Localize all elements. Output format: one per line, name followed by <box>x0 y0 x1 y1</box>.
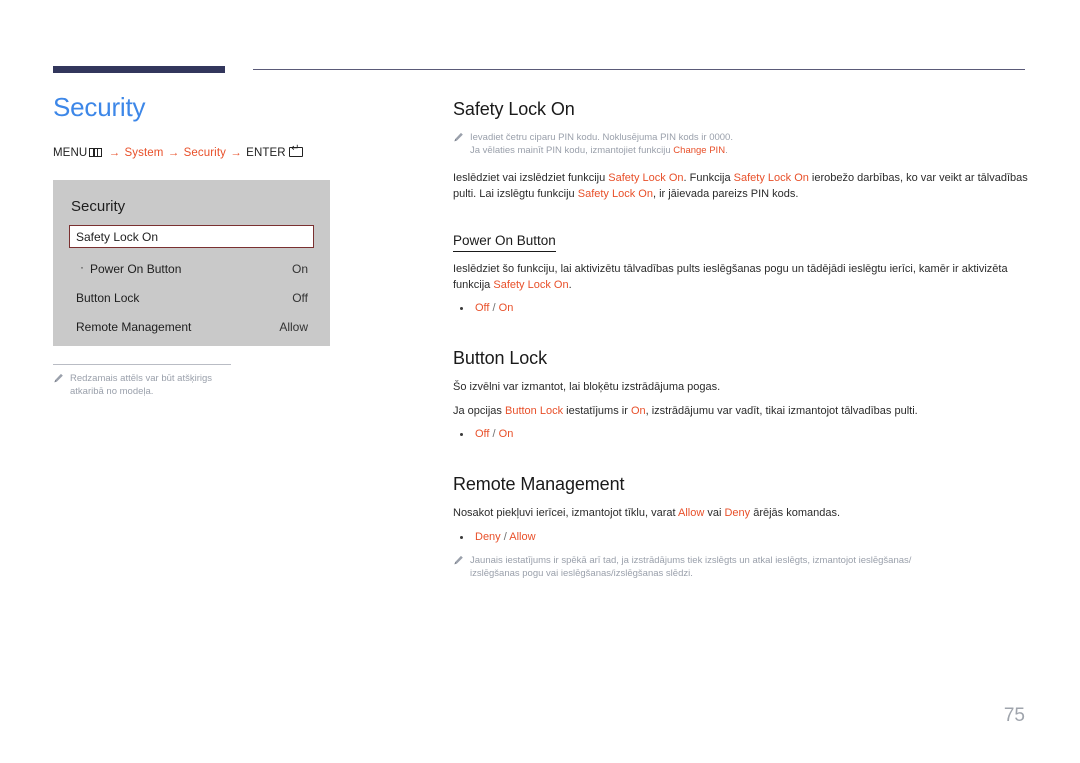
paragraph-button-lock-2: Ja opcijas Button Lock iestatījums ir On… <box>453 404 1028 420</box>
text-run: . Funkcija <box>683 172 734 184</box>
term-safety-lock-on: Safety Lock On <box>608 172 684 184</box>
text-run: ārējās komandas. <box>750 507 841 519</box>
note-line-1: Jaunais iestatījums ir spēkā arī tad, ja… <box>470 554 912 566</box>
osd-row-label: Button Lock <box>76 290 140 305</box>
text-run: iestatījums ir <box>563 404 631 417</box>
page-number: 75 <box>1003 705 1025 726</box>
term-button-lock: Button Lock <box>504 404 564 417</box>
osd-row-label: Remote Management <box>76 319 192 334</box>
option-separator: / <box>489 302 499 314</box>
options-list-remote-management: Deny / Allow <box>453 530 1028 545</box>
pencil-icon <box>454 132 463 142</box>
enter-key-icon <box>288 144 303 157</box>
note-remote-management: Jaunais iestatījums ir spēkā arī tad, ja… <box>453 554 1013 580</box>
option-separator: / <box>500 530 510 543</box>
left-note-block: Redzamais attēls var būt atšķirigs atkar… <box>53 364 231 398</box>
option-separator: / <box>489 428 499 440</box>
pencil-icon <box>54 373 63 383</box>
list-item: Deny / Allow <box>453 530 1028 545</box>
pencil-icon <box>454 555 463 564</box>
paragraph-remote-management: Nosakot piekļuvi ierīcei, izmantojot tīk… <box>453 506 1028 522</box>
breadcrumb-arrow-1: → <box>108 147 121 159</box>
term-allow: Allow <box>677 507 705 519</box>
osd-row-safety-lock-on[interactable]: Safety Lock On <box>69 225 314 248</box>
header-rule-thin <box>253 69 1025 70</box>
term-deny: Deny <box>724 507 751 519</box>
breadcrumb: MENU → System → Security → ENTER <box>53 144 393 159</box>
text-run: . <box>568 278 572 291</box>
note-text-group: Ievadiet četru ciparu PIN kodu. Noklusēj… <box>470 131 1013 157</box>
note-safety-lock-on: Ievadiet četru ciparu PIN kodu. Noklusēj… <box>453 131 1013 157</box>
osd-row-value: Allow <box>279 319 308 334</box>
header-rules <box>53 66 1025 78</box>
note-line-2-suffix: . <box>725 145 728 156</box>
left-column: Security MENU → System → Security → ENTE… <box>53 92 393 398</box>
osd-row-button-lock[interactable]: Button Lock Off <box>69 283 314 312</box>
note-text-group: Jaunais iestatījums ir spēkā arī tad, ja… <box>470 554 1013 580</box>
option-off: Off <box>475 428 490 440</box>
term-on: On <box>630 404 646 417</box>
page-title: Security <box>53 92 146 122</box>
breadcrumb-menu-label: MENU <box>53 147 88 159</box>
note-line-1: Ievadiet četru ciparu PIN kodu. Noklusēj… <box>470 132 733 143</box>
breadcrumb-item-system[interactable]: System <box>124 147 163 159</box>
term-safety-lock-on: Safety Lock On <box>493 278 569 291</box>
term-safety-lock-on: Safety Lock On <box>577 187 653 200</box>
option-deny: Deny <box>475 530 501 543</box>
options-list-button-lock: Off / On <box>453 427 1028 442</box>
text-run: vai <box>704 507 725 519</box>
osd-row-value: On <box>291 261 308 276</box>
note-text: Redzamais attēls var būt atšķirigs atkar… <box>70 373 213 397</box>
option-off: Off <box>475 302 490 314</box>
options-list-power-on-button: Off / On <box>453 301 1028 316</box>
osd-title: Security <box>71 198 126 215</box>
paragraph-power-on-button: Ieslēdziet šo funkciju, lai aktivizētu t… <box>453 262 1028 293</box>
note: Redzamais attēls var būt atšķirigs atkar… <box>53 372 231 398</box>
note-link-change-pin: Change PIN <box>673 145 726 156</box>
osd-row-value: Off <box>292 290 308 305</box>
subsection-heading-power-on-button: Power On Button <box>453 233 556 252</box>
osd-row-label: Safety Lock On <box>76 229 159 244</box>
section-heading-remote-management: Remote Management <box>453 474 625 494</box>
osd-row-power-on-button[interactable]: Power On Button On <box>69 254 314 283</box>
text-run: Ieslēdziet vai izslēdziet funkciju <box>453 172 609 184</box>
section-heading-button-lock: Button Lock <box>453 348 547 368</box>
text-run: , izstrādājumu var vadīt, tikai izmantoj… <box>645 404 918 417</box>
paragraph-button-lock-1: Šo izvēlni var izmantot, lai bloķētu izs… <box>453 381 721 393</box>
breadcrumb-item-security[interactable]: Security <box>184 147 226 159</box>
note-line-2: izslēgšanas pogu vai ieslēgšanas/izslēgš… <box>470 567 693 579</box>
breadcrumb-arrow-2: → <box>167 147 180 159</box>
osd-row-remote-management[interactable]: Remote Management Allow <box>69 312 314 341</box>
menu-grid-icon <box>89 148 103 157</box>
list-item: Off / On <box>453 427 1028 442</box>
option-allow: Allow <box>509 530 536 543</box>
text-run: Ja opcijas <box>453 404 505 417</box>
text-run: Nosakot piekļuvi ierīcei, izmantojot tīk… <box>453 507 678 519</box>
term-safety-lock-on: Safety Lock On <box>733 172 809 184</box>
right-column: Safety Lock On Ievadiet četru ciparu PIN… <box>453 98 1028 580</box>
breadcrumb-enter-label: ENTER <box>246 147 286 159</box>
paragraph-safety-lock-on: Ieslēdziet vai izslēdziet funkciju Safet… <box>453 171 1028 202</box>
note-divider <box>53 364 231 365</box>
section-heading-safety-lock-on: Safety Lock On <box>453 99 575 119</box>
text-run: , ir jāievada pareizs PIN kods. <box>652 187 799 200</box>
note-line-2-prefix: Ja vēlaties mainīt PIN kodu, izmantojiet… <box>470 145 674 156</box>
list-item: Off / On <box>453 301 1028 316</box>
osd-row-label: Power On Button <box>76 260 181 276</box>
breadcrumb-arrow-3: → <box>230 147 242 159</box>
option-on: On <box>498 428 514 440</box>
osd-menu-mock: Security Safety Lock On Power On Button … <box>53 180 330 346</box>
option-on: On <box>498 302 514 314</box>
header-rule-thick <box>53 66 225 73</box>
